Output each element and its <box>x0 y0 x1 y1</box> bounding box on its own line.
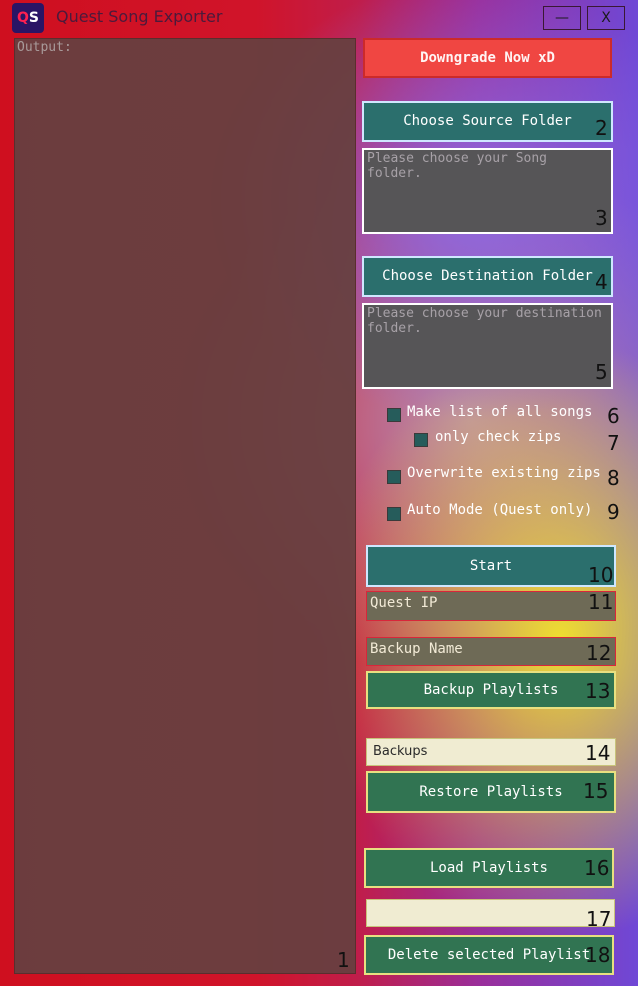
backup-playlists-button[interactable]: Backup Playlists <box>366 671 616 709</box>
marker-10: 10 <box>588 563 614 587</box>
marker-7: 7 <box>607 431 620 455</box>
marker-1: 1 <box>337 948 350 972</box>
auto-mode-checkbox[interactable] <box>387 507 401 521</box>
playlist-dropdown[interactable] <box>366 899 615 927</box>
overwrite-label: Overwrite existing zips <box>407 465 601 481</box>
marker-6: 6 <box>607 404 620 428</box>
output-log[interactable]: Output: <box>14 38 356 974</box>
backups-dropdown[interactable]: Backups <box>366 738 616 766</box>
marker-8: 8 <box>607 466 620 490</box>
make-list-checkbox[interactable] <box>387 408 401 422</box>
marker-4: 4 <box>595 270 608 294</box>
title-bar: QS Quest Song Exporter — X <box>0 0 638 36</box>
marker-14: 14 <box>585 741 611 765</box>
load-playlists-button[interactable]: Load Playlists <box>364 848 614 888</box>
marker-15: 15 <box>583 779 609 803</box>
auto-mode-label: Auto Mode (Quest only) <box>407 502 593 518</box>
output-label: Output: <box>17 40 72 55</box>
make-list-label: Make list of all songs <box>407 404 593 420</box>
quest-ip-input[interactable]: Quest IP <box>366 591 616 621</box>
marker-11: 11 <box>588 590 614 614</box>
downgrade-button[interactable]: Downgrade Now xD <box>363 38 612 78</box>
close-button[interactable]: X <box>587 6 625 30</box>
only-zips-checkbox[interactable] <box>414 433 428 447</box>
choose-destination-folder-button[interactable]: Choose Destination Folder <box>362 256 613 297</box>
only-zips-label: only check zips <box>435 429 562 445</box>
window-title: Quest Song Exporter <box>56 7 223 26</box>
choose-source-folder-button[interactable]: Choose Source Folder <box>362 101 613 142</box>
marker-9: 9 <box>607 500 620 524</box>
source-folder-field[interactable]: Please choose your Song folder. <box>362 148 613 234</box>
app-icon: QS <box>12 3 44 33</box>
marker-3: 3 <box>595 206 608 230</box>
marker-13: 13 <box>585 679 611 703</box>
destination-folder-field[interactable]: Please choose your destination folder. <box>362 303 613 389</box>
overwrite-checkbox[interactable] <box>387 470 401 484</box>
delete-playlist-button[interactable]: Delete selected Playlist <box>364 935 614 975</box>
marker-17: 17 <box>586 907 612 931</box>
backup-name-input[interactable]: Backup Name <box>366 637 616 666</box>
start-button[interactable]: Start <box>366 545 616 587</box>
marker-18: 18 <box>585 943 611 967</box>
minimize-button[interactable]: — <box>543 6 581 30</box>
marker-16: 16 <box>584 856 610 880</box>
marker-2: 2 <box>595 116 608 140</box>
restore-playlists-button[interactable]: Restore Playlists <box>366 771 616 813</box>
marker-12: 12 <box>586 641 612 665</box>
marker-5: 5 <box>595 360 608 384</box>
